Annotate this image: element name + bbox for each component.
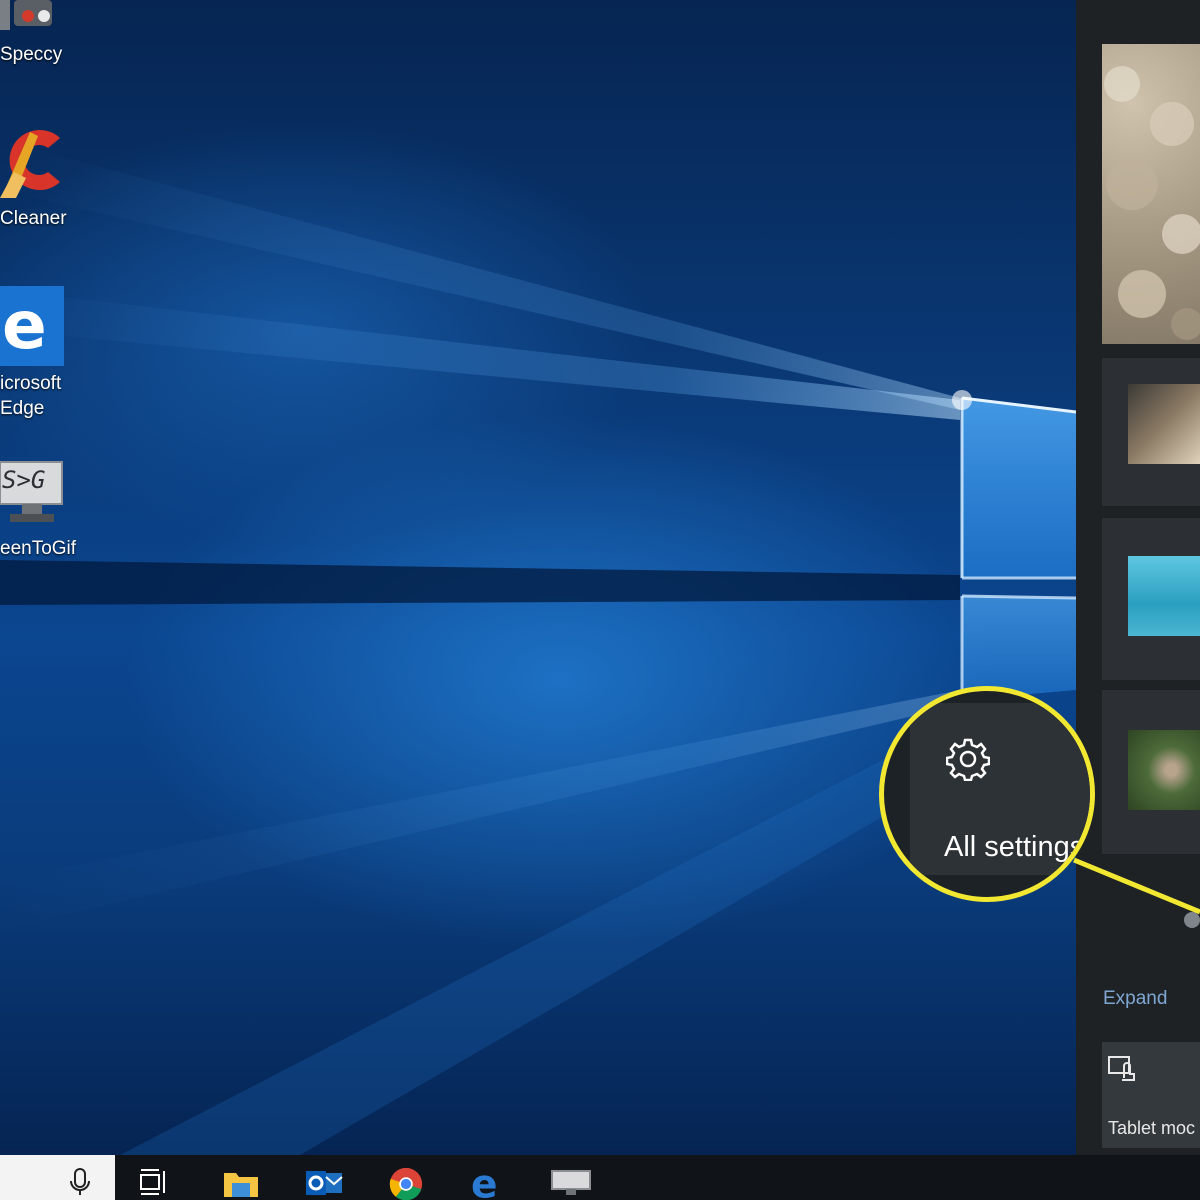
quick-action-tablet-mode[interactable]: Tablet moc (1102, 1042, 1200, 1148)
taskbar: e (0, 1155, 1200, 1200)
svg-text:e: e (2, 287, 47, 364)
desktop-wallpaper: Speccy Cleaner e icrosoft Edge S>G eenTo… (0, 0, 1200, 1155)
notification-thumbnail (1128, 384, 1200, 464)
cortana-search-box[interactable] (0, 1155, 115, 1200)
screentogif-button[interactable] (536, 1155, 596, 1200)
desktop-icon-label: Edge (0, 398, 45, 419)
speccy-icon (0, 0, 58, 39)
outlook-button[interactable] (290, 1155, 350, 1200)
expand-link[interactable]: Expand (1103, 988, 1167, 1010)
edge-button[interactable]: e (454, 1155, 514, 1200)
windows-logo-light-beams (0, 140, 1077, 1155)
notification-thumbnail (1128, 556, 1200, 636)
desktop-icon-label: eenToGif (0, 538, 77, 559)
desktop-icon-microsoft-edge[interactable]: e icrosoft Edge (0, 286, 110, 426)
edge-icon: e (0, 286, 64, 371)
desktop-icon-label: Speccy (0, 44, 63, 65)
quick-action-label: Tablet moc (1108, 1118, 1196, 1138)
svg-text:e: e (471, 1167, 498, 1200)
ccleaner-icon (0, 122, 66, 203)
task-view-button[interactable] (125, 1155, 185, 1200)
chrome-icon (389, 1167, 423, 1200)
desktop-icon-label: icrosoft (0, 373, 62, 394)
notification-thumbnail (1128, 730, 1200, 810)
desktop-icon-screentogif[interactable]: S>G eenToGif (0, 460, 110, 566)
task-view-icon (140, 1169, 165, 1195)
microphone-icon[interactable] (68, 1167, 92, 1200)
action-center-panel: Expand Tablet moc (1076, 0, 1200, 1155)
notification-card[interactable] (1102, 358, 1200, 506)
desktop-icon-ccleaner[interactable]: Cleaner (0, 122, 110, 232)
screentogif-icon (551, 1170, 591, 1195)
all-settings-tile[interactable]: All settings (910, 703, 1090, 875)
chrome-button[interactable] (372, 1155, 432, 1200)
tablet-mode-icon (1108, 1056, 1138, 1087)
desktop-icon-label: Cleaner (0, 208, 67, 229)
outlook-icon (306, 1171, 343, 1195)
notification-image-large[interactable] (1102, 44, 1200, 344)
notification-card[interactable] (1102, 518, 1200, 680)
screentogif-icon: S>G (0, 460, 66, 531)
screentogif-glyph-text: S>G (2, 466, 46, 494)
gear-icon (945, 737, 991, 786)
desktop-icon-speccy[interactable]: Speccy (0, 0, 110, 70)
file-explorer-button[interactable] (208, 1155, 268, 1200)
all-settings-label: All settings (944, 831, 1085, 863)
all-settings-highlight: All settings (879, 686, 1095, 902)
notification-card[interactable] (1102, 690, 1200, 854)
file-explorer-icon (224, 1173, 258, 1197)
edge-icon: e (471, 1167, 498, 1200)
